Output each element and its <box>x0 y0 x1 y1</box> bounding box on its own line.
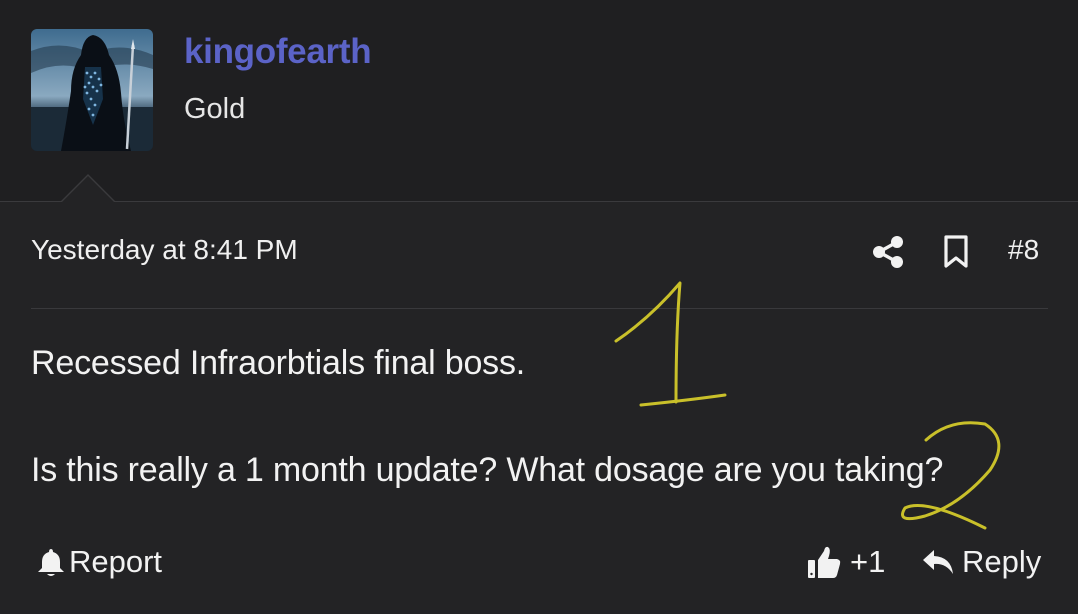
like-button[interactable]: +1 <box>806 542 885 582</box>
post-timestamp[interactable]: Yesterday at 8:41 PM <box>31 234 298 266</box>
header-pointer-arrow-fill <box>61 176 115 203</box>
annotation-mark-1-base <box>639 393 727 407</box>
bookmark-icon[interactable] <box>941 234 971 270</box>
reply-label: Reply <box>962 544 1042 579</box>
thumbs-up-icon <box>808 546 841 578</box>
username-link[interactable]: kingofearth <box>184 32 372 72</box>
meta-divider <box>31 308 1048 309</box>
header-divider <box>0 201 1078 202</box>
bell-icon <box>38 549 64 576</box>
post-body-line: Is this really a 1 month update? What do… <box>31 451 944 489</box>
reply-arrow-icon <box>923 550 953 574</box>
post-number-link[interactable]: #8 <box>1008 234 1039 266</box>
reply-button[interactable]: Reply <box>922 542 1041 582</box>
like-count: +1 <box>850 544 886 579</box>
user-avatar[interactable] <box>31 29 153 151</box>
report-label: Report <box>69 544 163 579</box>
post-body-line: Recessed Infraorbtials final boss. <box>31 344 526 382</box>
share-icon[interactable] <box>872 235 904 269</box>
report-button[interactable]: Report <box>37 542 162 582</box>
annotation-mark-1 <box>614 281 682 404</box>
user-rank-title: Gold <box>184 93 246 125</box>
post-author-header: kingofearth Gold <box>0 0 1078 202</box>
